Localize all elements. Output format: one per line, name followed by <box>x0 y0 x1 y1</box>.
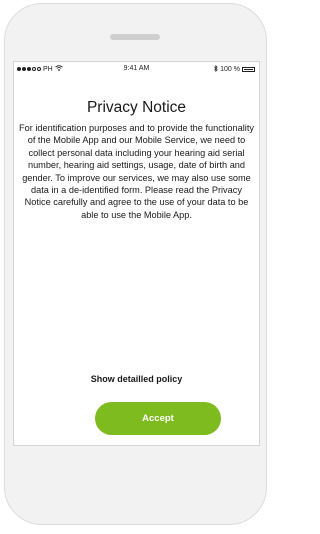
accept-button[interactable]: Accept <box>95 402 221 435</box>
status-bar: PH 9:41 AM 100 % <box>14 62 259 76</box>
phone-frame: PH 9:41 AM 100 % Privacy Notice For iden… <box>4 3 267 525</box>
privacy-notice-text: For identification purposes and to provi… <box>19 123 254 220</box>
battery-icon <box>242 67 255 72</box>
status-right: 100 % <box>214 64 255 74</box>
show-detailed-policy-link[interactable]: Show detailled policy <box>14 374 259 384</box>
page-title: Privacy Notice <box>86 99 187 116</box>
app-screen: PH 9:41 AM 100 % Privacy Notice For iden… <box>13 61 260 446</box>
phone-speaker <box>110 34 160 40</box>
bluetooth-icon <box>214 64 218 74</box>
battery-percent: 100 % <box>220 66 240 73</box>
